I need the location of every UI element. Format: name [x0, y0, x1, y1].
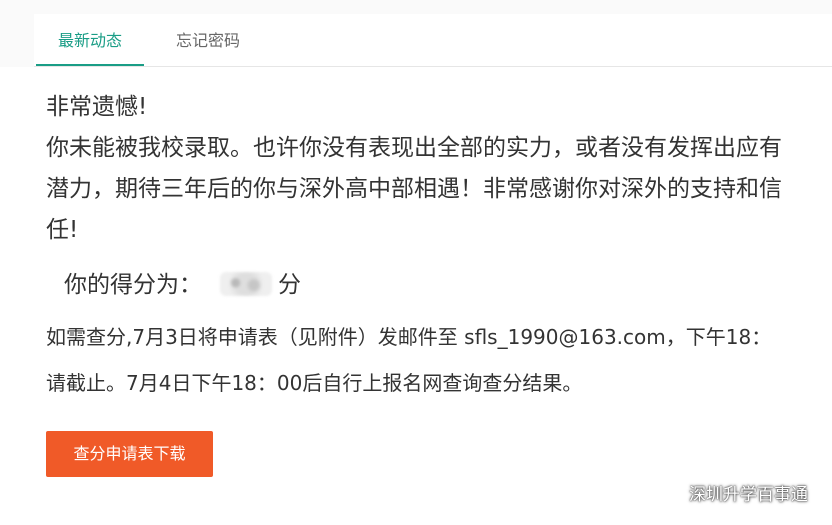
wechat-icon	[657, 483, 681, 503]
tab-forgot-password[interactable]: 忘记密码	[154, 14, 262, 65]
score-row: 你的得分为： 分	[64, 265, 301, 305]
instruction-line-1: 如需查分,7月3日将申请表（见附件）发邮件至 sfls_1990@163.com…	[46, 325, 772, 349]
tab-bar: 最新动态 忘记密码	[34, 14, 832, 67]
score-value-redacted	[220, 272, 272, 296]
instruction-line-2: 请截止。7月4日下午18：00后自行上报名网查询查分结果。	[46, 371, 583, 395]
message-line-3: 潜力，期待三年后的你与深外高中部相遇！非常感谢你对深外的支持和信	[46, 176, 782, 202]
score-label: 你的得分为：	[64, 272, 202, 298]
tab-latest-news[interactable]: 最新动态	[36, 14, 145, 66]
result-panel: 非常遗憾! 你未能被我校录取。也许你没有表现出全部的实力，或者没有发挥出应有 潜…	[0, 67, 832, 525]
review-instructions: 如需查分,7月3日将申请表（见附件）发邮件至 sfls_1990@163.com…	[46, 314, 832, 406]
page: 最新动态 忘记密码 非常遗憾! 你未能被我校录取。也许你没有表现出全部的实力，或…	[0, 0, 832, 525]
download-application-button[interactable]: 查分申请表下载	[46, 431, 213, 477]
message-line-2: 你未能被我校录取。也许你没有表现出全部的实力，或者没有发挥出应有	[46, 135, 782, 161]
watermark-text: 深圳升学百事通	[689, 485, 808, 505]
watermark: 深圳升学百事通	[657, 480, 808, 505]
score-unit: 分	[278, 272, 301, 298]
admission-message: 非常遗憾! 你未能被我校录取。也许你没有表现出全部的实力，或者没有发挥出应有 潜…	[46, 87, 832, 251]
message-line-4: 任!	[46, 217, 79, 243]
message-line-1: 非常遗憾!	[46, 94, 148, 120]
